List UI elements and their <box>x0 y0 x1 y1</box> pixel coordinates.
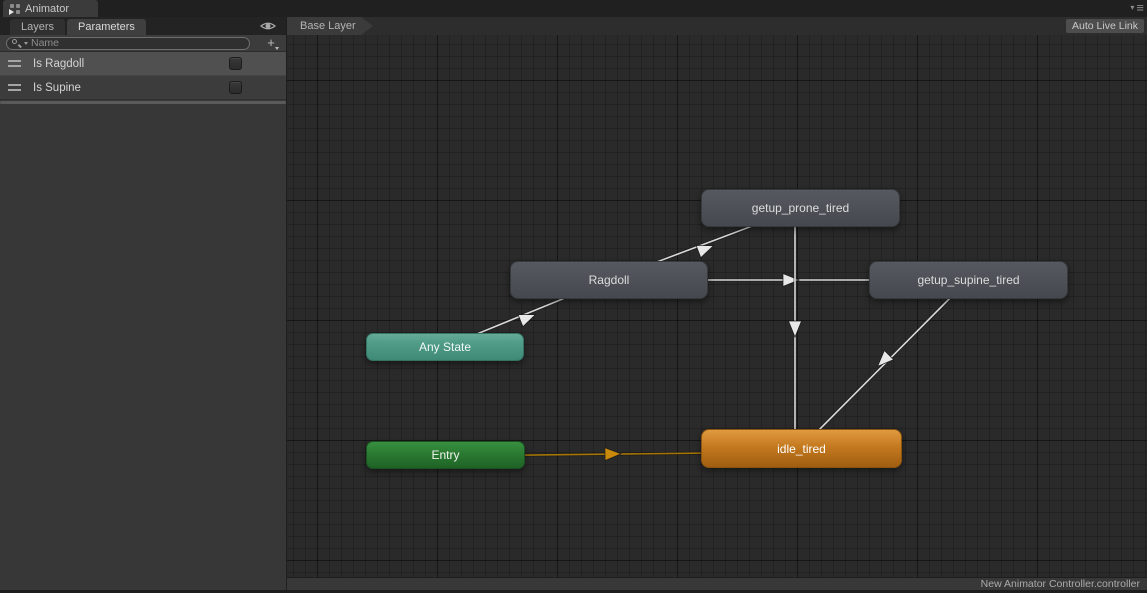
panel-tab-bar: Layers Parameters <box>0 17 286 35</box>
drag-handle-icon[interactable] <box>8 84 21 91</box>
search-input[interactable]: Name <box>6 37 250 50</box>
transition-edges <box>287 35 1147 577</box>
animator-window-tab[interactable]: Animator <box>3 0 98 17</box>
parameter-toolbar: Name + <box>0 35 286 52</box>
tab-parameters[interactable]: Parameters <box>67 19 146 35</box>
parameter-label: Is Supine <box>33 82 229 94</box>
window-menu-icon[interactable]: ▾≡ <box>1130 1 1144 15</box>
window-titlebar: Animator ▾≡ <box>0 0 1147 17</box>
controller-name: New Animator Controller.controller <box>981 578 1140 590</box>
search-placeholder: Name <box>31 37 59 49</box>
state-node-any_state[interactable]: Any State <box>366 333 524 361</box>
add-parameter-button[interactable]: + <box>262 36 280 51</box>
animator-tab-title: Animator <box>25 3 69 15</box>
state-machine-graph[interactable]: getup_prone_tired Ragdoll getup_supine_tir… <box>287 35 1147 577</box>
auto-live-link-button[interactable]: Auto Live Link <box>1066 19 1144 33</box>
parameter-list: Is Ragdoll Is Supine <box>0 52 286 104</box>
search-icon <box>12 39 21 48</box>
drag-handle-icon[interactable] <box>8 60 21 67</box>
transition-arrow-icon[interactable] <box>873 350 894 371</box>
tab-layers[interactable]: Layers <box>10 19 65 35</box>
state-node-ragdoll[interactable]: Ragdoll <box>510 261 708 299</box>
parameters-panel: Layers Parameters Name + Is Ragdoll Is S… <box>0 17 287 590</box>
state-node-getup_prone_tired[interactable]: getup_prone_tired <box>701 189 900 227</box>
list-end-divider <box>0 101 286 104</box>
parameter-checkbox[interactable] <box>229 57 242 70</box>
search-filter-caret-icon <box>24 42 28 45</box>
dropdown-caret-icon: ▾ <box>1130 1 1134 15</box>
add-parameter-caret-icon <box>275 47 279 50</box>
animator-tab-icon <box>10 4 20 14</box>
state-node-idle_tired[interactable]: idle_tired <box>701 429 902 468</box>
breadcrumb-base-layer[interactable]: Base Layer <box>287 17 373 35</box>
transition-getup_supine_tired-to-idle_tired[interactable] <box>801 280 968 448</box>
parameter-row-is-ragdoll[interactable]: Is Ragdoll <box>0 52 286 76</box>
status-bar: New Animator Controller.controller <box>287 577 1147 590</box>
parameter-label: Is Ragdoll <box>33 58 229 70</box>
animator-canvas: Base Layer Auto Live Link getup_prone_ti… <box>287 17 1147 590</box>
hamburger-icon: ≡ <box>1136 1 1144 15</box>
parameter-checkbox[interactable] <box>229 81 242 94</box>
breadcrumb-bar: Base Layer Auto Live Link <box>287 17 1147 35</box>
transition-arrow-icon[interactable] <box>789 321 802 337</box>
eye-icon[interactable] <box>260 20 276 32</box>
state-node-getup_supine_tired[interactable]: getup_supine_tired <box>869 261 1068 299</box>
transition-arrow-icon[interactable] <box>605 447 621 460</box>
state-node-entry[interactable]: Entry <box>366 441 525 469</box>
parameter-row-is-supine[interactable]: Is Supine <box>0 76 286 100</box>
